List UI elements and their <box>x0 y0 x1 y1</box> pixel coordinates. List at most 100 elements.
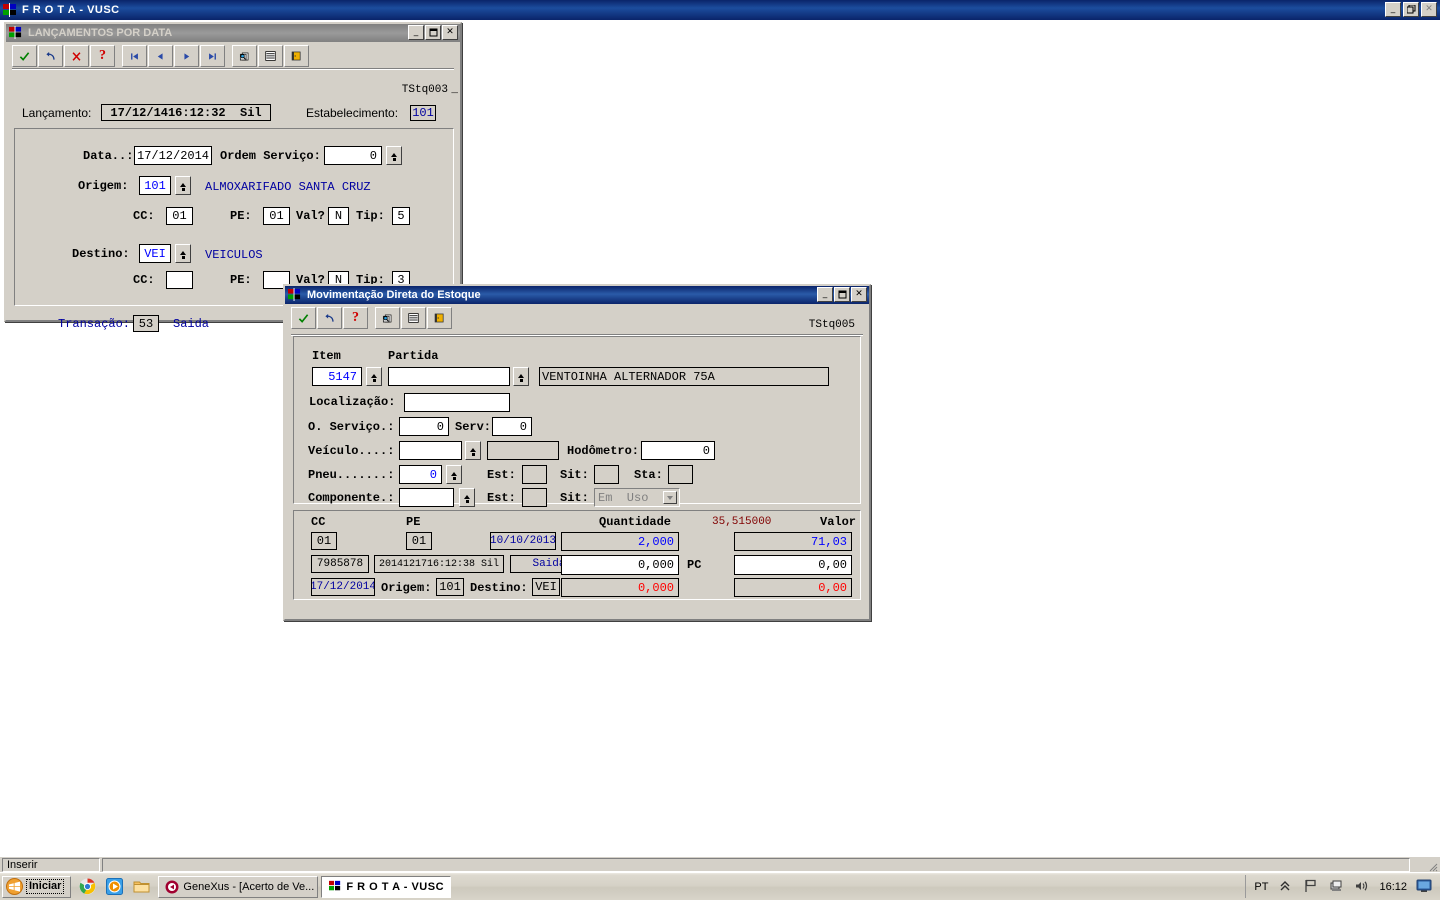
flag-icon[interactable] <box>1304 879 1320 895</box>
app-restore-button[interactable] <box>1403 2 1419 17</box>
origem-pe-input[interactable]: 01 <box>263 207 290 225</box>
grid-row3-date: 17/12/2014 <box>311 578 375 596</box>
window1-title: LANÇAMENTOS POR DATA <box>28 27 173 39</box>
list-button[interactable] <box>258 45 283 67</box>
ordem-servico-spinner[interactable] <box>386 146 402 165</box>
grid-row3-origem-value: 101 <box>436 578 464 596</box>
previous-record-button[interactable] <box>148 45 173 67</box>
pneu-input[interactable]: 0 <box>399 465 442 484</box>
media-player-icon[interactable] <box>106 878 124 895</box>
window1-form-id: TStq003 <box>401 84 448 96</box>
undo-button[interactable] <box>38 45 63 67</box>
componente-sit-combo[interactable]: Em Uso <box>594 488 680 507</box>
exit-button[interactable] <box>427 307 452 329</box>
origem-cc-input[interactable]: 01 <box>166 207 193 225</box>
estabelecimento-label: Estabelecimento: <box>306 106 399 120</box>
item-input[interactable]: 5147 <box>312 367 362 386</box>
resize-grip[interactable] <box>1426 859 1438 871</box>
origem-val-input[interactable]: N <box>328 207 349 225</box>
taskbar-item-genexus[interactable]: GeneXus - [Acerto de Ve... <box>158 875 319 898</box>
window1-maximize-button[interactable] <box>425 25 441 40</box>
help-button[interactable]: ? <box>343 307 368 329</box>
data-input[interactable]: 17/12/2014 <box>134 146 212 165</box>
item-spinner[interactable] <box>366 367 382 386</box>
grid-row2-quantidade-input[interactable]: 0,000 <box>561 555 679 575</box>
grid-row2-valor-input[interactable]: 0,00 <box>734 555 852 575</box>
start-button[interactable]: Iniciar <box>2 875 72 898</box>
serv-label: Serv: <box>455 420 492 434</box>
network-icon[interactable] <box>1329 879 1345 895</box>
origem-input[interactable]: 101 <box>139 176 171 195</box>
ordem-servico-input[interactable]: 0 <box>399 417 449 436</box>
origem-spinner[interactable] <box>175 176 191 195</box>
delete-button[interactable] <box>64 45 89 67</box>
search-icon[interactable] <box>232 45 257 67</box>
pneu-spinner[interactable] <box>446 465 462 484</box>
window1-titlebar[interactable]: LANÇAMENTOS POR DATA _ ✕ <box>6 24 460 42</box>
localizacao-input[interactable] <box>404 393 510 412</box>
chrome-icon[interactable] <box>79 878 96 895</box>
window1-close-button[interactable]: ✕ <box>442 25 458 40</box>
status-message <box>102 857 1410 872</box>
volume-icon[interactable] <box>1354 879 1370 895</box>
search-icon[interactable] <box>375 307 400 329</box>
componente-sit-label: Sit: <box>560 491 589 505</box>
tray-language[interactable]: PT <box>1254 881 1268 893</box>
window2-toolbar: ? <box>285 304 869 331</box>
chevron-down-icon[interactable] <box>663 491 677 504</box>
window-movimentacao-direta-estoque[interactable]: Movimentação Direta do Estoque _ ✕ ? TSt… <box>283 284 871 621</box>
app-close-button[interactable]: ✕ <box>1421 2 1437 17</box>
destino-label: Destino: <box>72 247 130 261</box>
pneu-label: Pneu.......: <box>308 468 395 482</box>
next-record-button[interactable] <box>174 45 199 67</box>
app-window-controls: _ ✕ <box>1385 2 1437 17</box>
app-title: F R O T A - VUSC <box>22 4 120 16</box>
last-record-button[interactable] <box>200 45 225 67</box>
window-lancamentos-por-data[interactable]: LANÇAMENTOS POR DATA _ ✕ ? TStq003 _ Lan… <box>4 22 462 332</box>
partida-spinner[interactable] <box>513 367 529 386</box>
window2-minimize-button[interactable]: _ <box>817 287 833 302</box>
pneu-sit-label: Sit: <box>560 468 589 482</box>
pneu-est-label: Est: <box>487 468 516 482</box>
estabelecimento-value[interactable]: 101 <box>410 105 436 121</box>
serv-input[interactable]: 0 <box>492 417 532 436</box>
veiculo-input[interactable] <box>399 441 462 460</box>
ordem-servico-input[interactable]: 0 <box>324 146 382 165</box>
confirm-button[interactable] <box>12 45 37 67</box>
tray-clock[interactable]: 16:12 <box>1379 881 1407 893</box>
componente-spinner[interactable] <box>459 488 475 507</box>
origem-tip-input[interactable]: 5 <box>392 207 410 225</box>
exit-button[interactable] <box>284 45 309 67</box>
partida-input[interactable] <box>388 367 510 386</box>
display-icon[interactable] <box>1416 879 1432 895</box>
app-minimize-button[interactable]: _ <box>1385 2 1401 17</box>
first-record-button[interactable] <box>122 45 147 67</box>
taskbar-item-frota[interactable]: F R O T A - VUSC <box>321 875 452 898</box>
show-hidden-icons-icon[interactable] <box>1279 879 1295 895</box>
file-explorer-icon[interactable] <box>133 878 150 895</box>
destino-spinner[interactable] <box>175 244 191 263</box>
undo-button[interactable] <box>317 307 342 329</box>
veiculo-spinner[interactable] <box>465 441 481 460</box>
quick-launch-bar <box>75 875 158 899</box>
pneu-est-value <box>522 465 547 484</box>
window1-minimize-button[interactable]: _ <box>408 25 424 40</box>
genexus-icon <box>165 880 179 894</box>
windows-logo-icon <box>6 878 23 895</box>
hodometro-input[interactable]: 0 <box>641 441 715 460</box>
grid-row3-quantidade: 0,000 <box>561 578 679 597</box>
componente-input[interactable] <box>399 488 454 507</box>
app-flag-icon <box>328 880 342 893</box>
window2-grid-panel: CC PE Quantidade 35,515000 Valor 01 01 1… <box>293 510 861 600</box>
window2-close-button[interactable]: ✕ <box>851 287 867 302</box>
origem-cc-label: CC: <box>133 209 155 223</box>
confirm-button[interactable] <box>291 307 316 329</box>
help-button[interactable]: ? <box>90 45 115 67</box>
window2-maximize-button[interactable] <box>834 287 850 302</box>
destino-cc-input[interactable] <box>166 271 193 289</box>
destino-input[interactable]: VEI <box>139 244 171 263</box>
list-button[interactable] <box>401 307 426 329</box>
veiculo-description <box>487 441 559 460</box>
window2-titlebar[interactable]: Movimentação Direta do Estoque _ ✕ <box>285 286 869 304</box>
window1-restore-glyph: _ <box>451 84 458 96</box>
